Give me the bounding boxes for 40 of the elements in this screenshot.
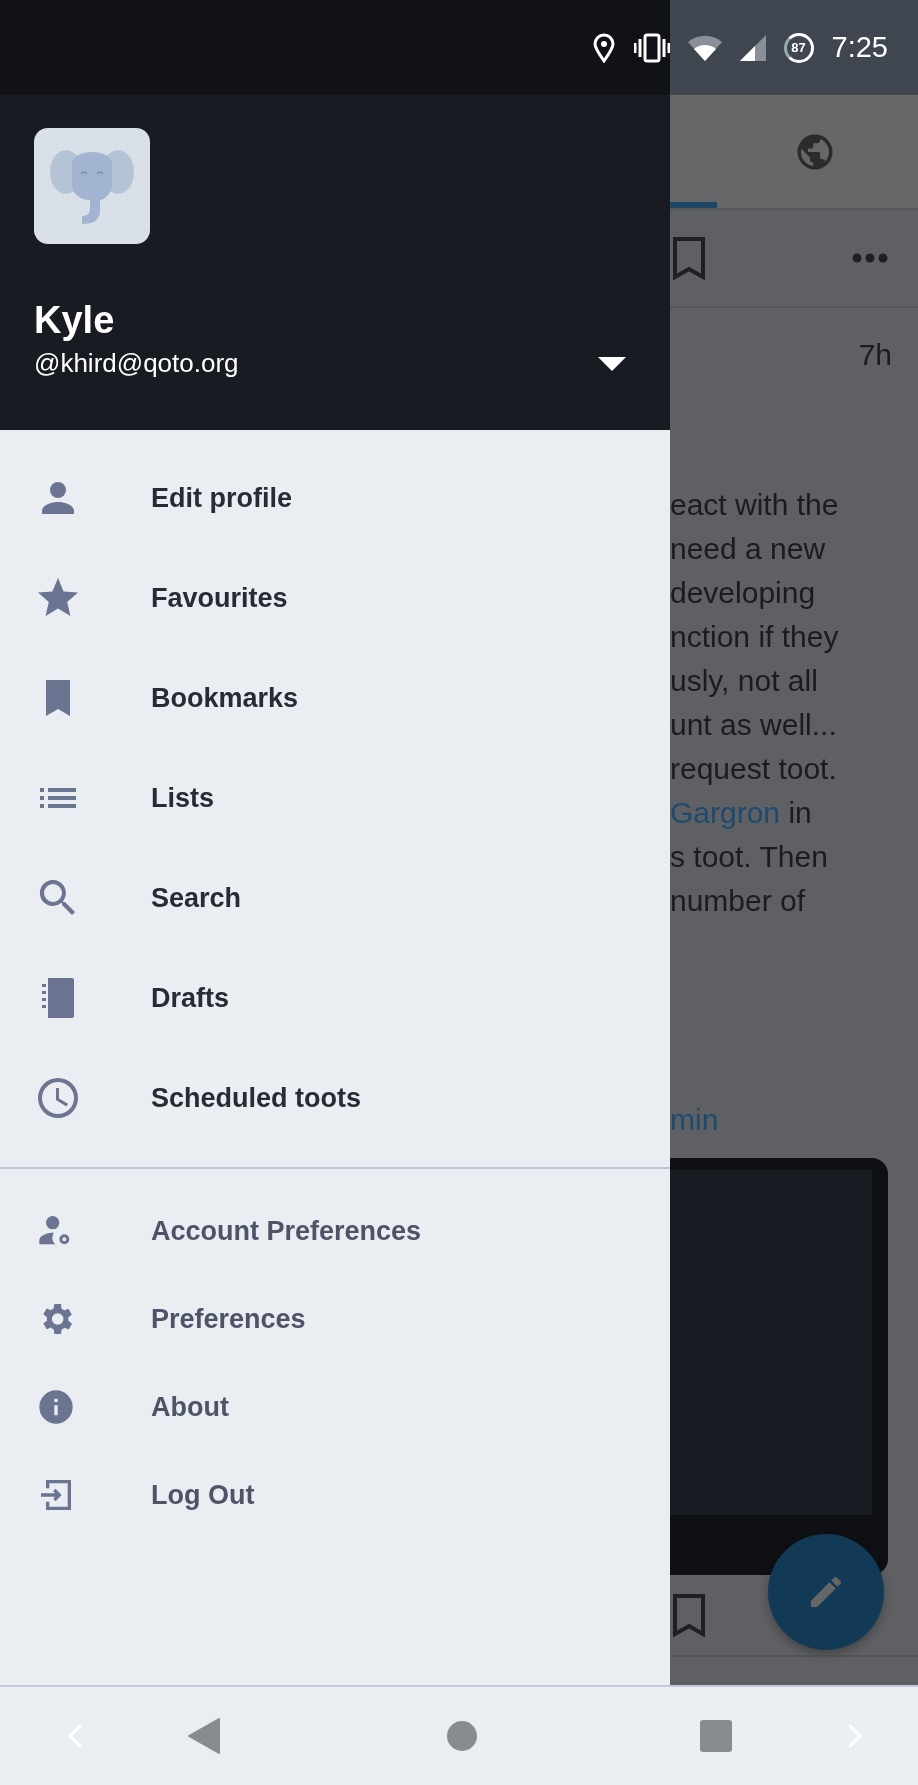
- menu-item[interactable]: Drafts: [0, 948, 670, 1048]
- menu-item[interactable]: Bookmarks: [0, 648, 670, 748]
- menu-item[interactable]: About: [0, 1363, 670, 1451]
- menu-item[interactable]: Edit profile: [0, 448, 670, 548]
- clock-time: 7:25: [831, 31, 888, 64]
- bookmark-icon[interactable]: [672, 1593, 706, 1637]
- post-text: number of: [670, 884, 806, 917]
- post-text: s toot. Then: [670, 840, 828, 873]
- dropdown-caret-icon[interactable]: [598, 356, 626, 371]
- home-icon[interactable]: [446, 1720, 478, 1752]
- info-icon: [36, 1387, 76, 1427]
- menu-item[interactable]: Account Preferences: [0, 1187, 670, 1275]
- post-text: developing: [670, 576, 816, 609]
- battery-icon: 87: [783, 32, 814, 63]
- menu-item[interactable]: Lists: [0, 748, 670, 848]
- post-timestamp: 7h: [858, 337, 892, 373]
- account-handle: @khird@qoto.org: [34, 348, 239, 379]
- media-preview[interactable]: [670, 1158, 888, 1575]
- post-text: usly, not all: [670, 664, 818, 697]
- post-text: in: [788, 796, 812, 829]
- post-text: nction if they: [670, 620, 839, 653]
- bookmark-icon[interactable]: [672, 236, 706, 280]
- post-text: need a new: [670, 532, 826, 565]
- menu-item[interactable]: Scheduled toots: [0, 1048, 670, 1148]
- post-text: eact with the: [670, 488, 839, 521]
- back-icon[interactable]: [188, 1718, 222, 1754]
- location-icon: [591, 32, 616, 63]
- avatar[interactable]: [34, 128, 150, 244]
- more-icon[interactable]: [852, 253, 888, 263]
- post-text: request toot.: [670, 752, 837, 785]
- menu-item[interactable]: Log Out: [0, 1451, 670, 1539]
- menu-item[interactable]: Preferences: [0, 1275, 670, 1363]
- display-name: Kyle: [34, 298, 115, 342]
- vibrate-icon: [633, 32, 670, 63]
- post-text: unt as well...: [670, 708, 837, 741]
- menu-item[interactable]: Search: [0, 848, 670, 948]
- cell-signal-icon: [739, 34, 766, 61]
- tab-indicator: [670, 202, 717, 208]
- menu-item[interactable]: Favourites: [0, 548, 670, 648]
- wifi-icon: [687, 34, 722, 61]
